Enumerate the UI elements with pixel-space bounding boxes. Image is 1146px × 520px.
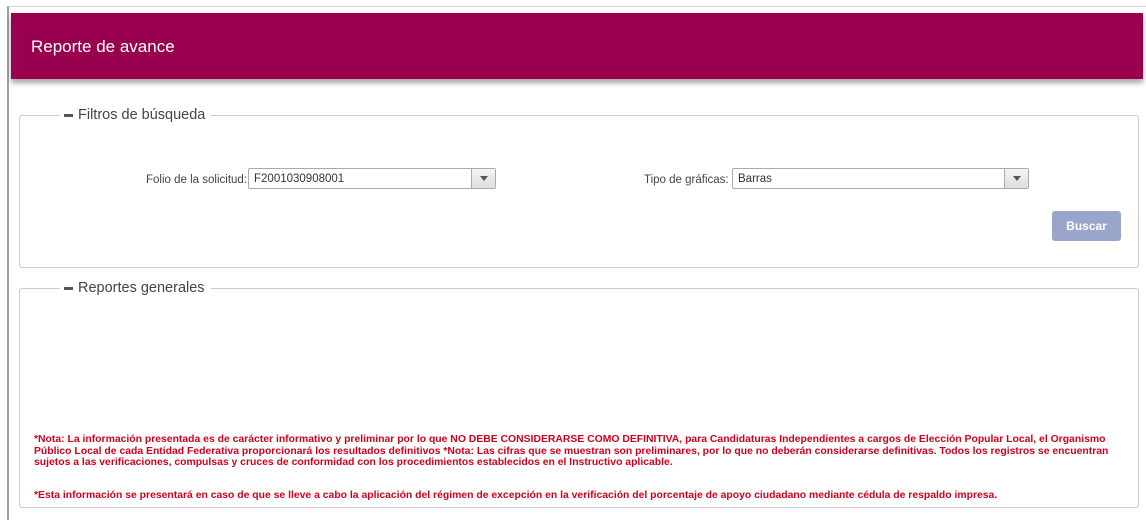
reports-legend[interactable]: Reportes generales <box>60 279 211 297</box>
reports-legend-label: Reportes generales <box>78 280 205 296</box>
minus-icon[interactable] <box>64 286 73 290</box>
reports-panel: Reportes generales <box>19 279 1139 508</box>
folio-select[interactable]: F2001030908001 <box>248 168 496 189</box>
tipo-label: Tipo de gráficas: <box>644 174 729 186</box>
exception-note: *Esta información se presentará en caso … <box>34 490 998 501</box>
buscar-button[interactable]: Buscar <box>1052 211 1121 241</box>
page-title: Reporte de avance <box>31 37 175 56</box>
folio-select-value: F2001030908001 <box>254 172 345 185</box>
page-header: Reporte de avance <box>11 13 1143 79</box>
filters-legend[interactable]: Filtros de búsqueda <box>60 106 212 124</box>
minus-icon[interactable] <box>64 113 73 117</box>
filters-panel: Filtros de búsqueda <box>19 106 1139 268</box>
tipo-select[interactable]: Barras <box>732 168 1029 189</box>
chevron-down-icon[interactable] <box>1004 169 1028 188</box>
tipo-select-value: Barras <box>738 172 772 185</box>
filters-legend-label: Filtros de búsqueda <box>78 107 206 123</box>
preliminary-note: *Nota: La información presentada es de c… <box>34 434 1109 468</box>
folio-label: Folio de la solicitud: <box>146 174 247 186</box>
chevron-down-icon[interactable] <box>471 169 495 188</box>
